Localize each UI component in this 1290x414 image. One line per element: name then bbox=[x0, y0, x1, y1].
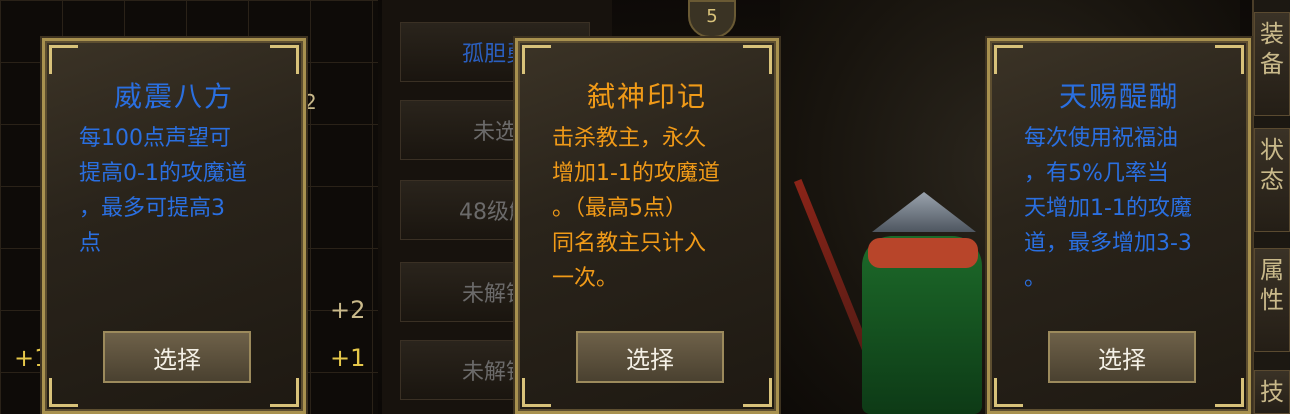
choice-card-3: 天赐醍醐 每次使用祝福油 ，有5%几率当 天增加1-1的攻魔 道，最多增加3-3… bbox=[987, 38, 1251, 414]
tab-attributes[interactable]: 属性 bbox=[1254, 248, 1290, 352]
card-description: 每100点声望可 提高0-1的攻魔道 ，最多可提高3 点 bbox=[79, 126, 247, 256]
item-bonus: +1 bbox=[330, 344, 366, 372]
card-title: 弑神印记 bbox=[586, 80, 707, 113]
choice-card-2: 弑神印记 击杀教主，永久 增加1-1的攻魔道 。（最高5点） 同名教主只计入 一… bbox=[515, 38, 779, 414]
card-corner bbox=[522, 45, 551, 74]
card-description: 击杀教主，永久 增加1-1的攻魔道 。（最高5点） 同名教主只计入 一次。 bbox=[552, 126, 720, 291]
card-title: 威震八方 bbox=[113, 80, 234, 113]
select-button[interactable]: 选择 bbox=[103, 331, 251, 383]
card-corner bbox=[743, 45, 772, 74]
select-button[interactable]: 选择 bbox=[1048, 331, 1196, 383]
card-corner bbox=[49, 378, 78, 407]
character-collar bbox=[868, 238, 978, 268]
card-title: 天赐醍醐 bbox=[1058, 80, 1179, 113]
card-corner bbox=[994, 45, 1023, 74]
card-corner bbox=[270, 45, 299, 74]
select-button[interactable]: 选择 bbox=[576, 331, 724, 383]
tab-status[interactable]: 状态 bbox=[1254, 128, 1290, 232]
card-corner bbox=[522, 378, 551, 407]
card-corner bbox=[49, 45, 78, 74]
item-bonus: +2 bbox=[330, 296, 366, 324]
card-corner bbox=[270, 378, 299, 407]
card-corner bbox=[994, 378, 1023, 407]
card-corner bbox=[1215, 378, 1244, 407]
card-corner bbox=[1215, 45, 1244, 74]
card-corner bbox=[743, 378, 772, 407]
card-description: 每次使用祝福油 ，有5%几率当 天增加1-1的攻魔 道，最多增加3-3 。 bbox=[1024, 126, 1192, 291]
tab-equipment[interactable]: 装备 bbox=[1254, 12, 1290, 116]
tab-skills[interactable]: 技 bbox=[1254, 370, 1290, 414]
choice-card-1: 威震八方 每100点声望可 提高0-1的攻魔道 ，最多可提高3 点 选择 bbox=[42, 38, 306, 414]
